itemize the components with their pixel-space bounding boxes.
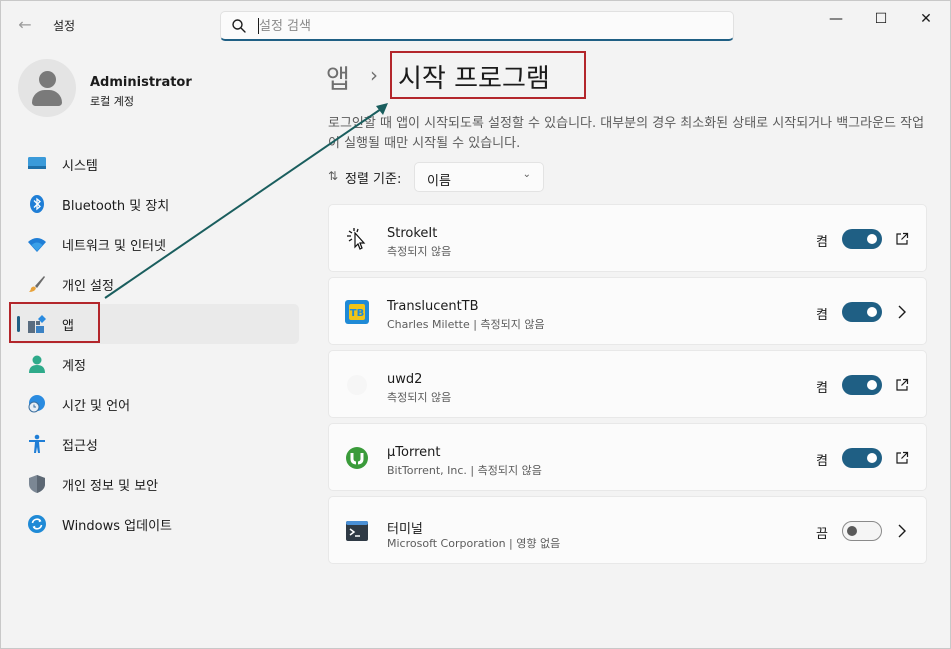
update-icon [28,515,46,533]
sidebar-item-accessibility[interactable]: 접근성 [11,424,299,464]
close-button[interactable]: ✕ [903,7,949,31]
sort-icon: ⇅ [328,169,339,183]
external-link-button[interactable] [893,229,911,249]
app-subtitle: Charles Milette | 측정되지 않음 [387,318,545,331]
app-subtitle: 측정되지 않음 [387,391,452,404]
list-item: uwd2 측정되지 않음 켬 [328,350,927,418]
account-type: 로컬 계정 [90,95,134,108]
sidebar-item-privacy[interactable]: 개인 정보 및 보안 [11,464,299,504]
app-name: uwd2 [387,372,423,387]
accessibility-icon [29,434,45,453]
startup-toggle[interactable] [842,448,882,468]
bluetooth-icon [30,195,44,213]
external-link-icon [896,232,909,245]
uwd2-icon [347,375,367,395]
sidebar-item-time-language[interactable]: 시간 및 언어 [11,384,299,424]
chevron-right-button[interactable] [893,302,911,322]
strokeit-cursor-icon [347,228,366,250]
list-item: StrokeIt 측정되지 않음 켬 [328,204,927,272]
svg-text:TB: TB [350,308,364,319]
breadcrumb-parent[interactable]: 앱 [326,59,350,96]
toggle-state-label: 켬 [816,308,828,323]
sidebar-item-bluetooth[interactable]: Bluetooth 및 장치 [11,184,299,224]
utorrent-icon [346,447,368,469]
sort-dropdown[interactable]: 이름 ⌄ [414,162,544,192]
page-description: 로그인할 때 앱이 시작되도록 설정할 수 있습니다. 대부분의 경우 최소화된… [328,116,925,151]
external-link-icon [896,378,909,391]
sidebar-item-network[interactable]: 네트워크 및 인터넷 [11,224,299,264]
back-button[interactable]: ← [13,13,37,37]
app-name: StrokeIt [387,226,438,241]
search-input[interactable] [259,16,719,36]
minimize-button[interactable]: — [813,7,859,31]
sidebar-item-system[interactable]: 시스템 [11,144,299,184]
app-name: TranslucentTB [387,299,479,314]
sidebar-item-windows-update[interactable]: Windows 업데이트 [11,504,299,544]
startup-toggle[interactable] [842,375,882,395]
startup-toggle[interactable] [842,521,882,541]
toggle-state-label: 켬 [816,381,828,396]
toggle-state-label: 켬 [816,454,828,469]
annotation-box-apps [9,302,100,343]
title-bar: ← 설정 — ☐ ✕ [1,1,950,49]
shield-icon [29,475,45,493]
person-icon [29,355,45,373]
brush-icon [29,276,45,292]
chevron-right-icon [898,524,906,538]
app-subtitle: Microsoft Corporation | 영향 없음 [387,537,561,550]
translucenttb-icon: TB [345,300,369,324]
chevron-right-icon [898,305,906,319]
sort-label: 정렬 기준: [345,172,402,187]
arrow-left-icon: ← [18,15,32,34]
chevron-right-button[interactable] [893,521,911,541]
startup-app-list: StrokeIt 측정되지 않음 켬 TB TranslucentTB Char… [328,204,927,569]
list-item: 터미널 Microsoft Corporation | 영향 없음 끔 [328,496,927,564]
sort-value: 이름 [427,174,451,189]
app-name: µTorrent [387,445,441,460]
startup-toggle[interactable] [842,302,882,322]
breadcrumb-separator-icon: › [370,63,378,87]
avatar-head [39,71,56,88]
external-link-icon [896,451,909,464]
search-box[interactable] [220,11,734,41]
globe-clock-icon [28,395,45,413]
sidebar-nav: 시스템 Bluetooth 및 장치 네트워크 및 인터넷 개인 설정 앱 계정… [11,144,299,544]
chevron-down-icon: ⌄ [522,169,531,180]
avatar-body [32,90,62,106]
search-icon [232,19,246,33]
maximize-icon: ☐ [874,11,888,27]
app-subtitle: 측정되지 않음 [387,245,452,258]
list-item: µTorrent BitTorrent, Inc. | 측정되지 않음 켬 [328,423,927,491]
sidebar-item-personalization[interactable]: 개인 설정 [11,264,299,304]
toggle-knob [867,307,877,317]
minimize-icon: — [829,11,843,27]
settings-window: ← 설정 — ☐ ✕ Administrator 로컬 계정 [0,0,951,649]
external-link-button[interactable] [893,375,911,395]
app-subtitle: BitTorrent, Inc. | 측정되지 않음 [387,464,542,477]
list-item: TB TranslucentTB Charles Milette | 측정되지 … [328,277,927,345]
close-icon: ✕ [920,11,932,27]
toggle-knob [867,453,877,463]
toggle-knob [867,380,877,390]
monitor-icon [28,157,46,169]
app-title: 설정 [53,19,76,33]
toggle-state-label: 끔 [816,527,828,542]
annotation-box-title [390,51,586,99]
user-name: Administrator [90,75,192,90]
sidebar-item-accounts[interactable]: 계정 [11,344,299,384]
toggle-knob [867,234,877,244]
wifi-icon [28,238,46,252]
avatar[interactable] [18,59,76,117]
startup-toggle[interactable] [842,229,882,249]
toggle-knob [847,526,857,536]
maximize-button[interactable]: ☐ [858,7,904,31]
toggle-state-label: 켬 [816,235,828,250]
terminal-icon [346,521,368,541]
external-link-button[interactable] [893,448,911,468]
